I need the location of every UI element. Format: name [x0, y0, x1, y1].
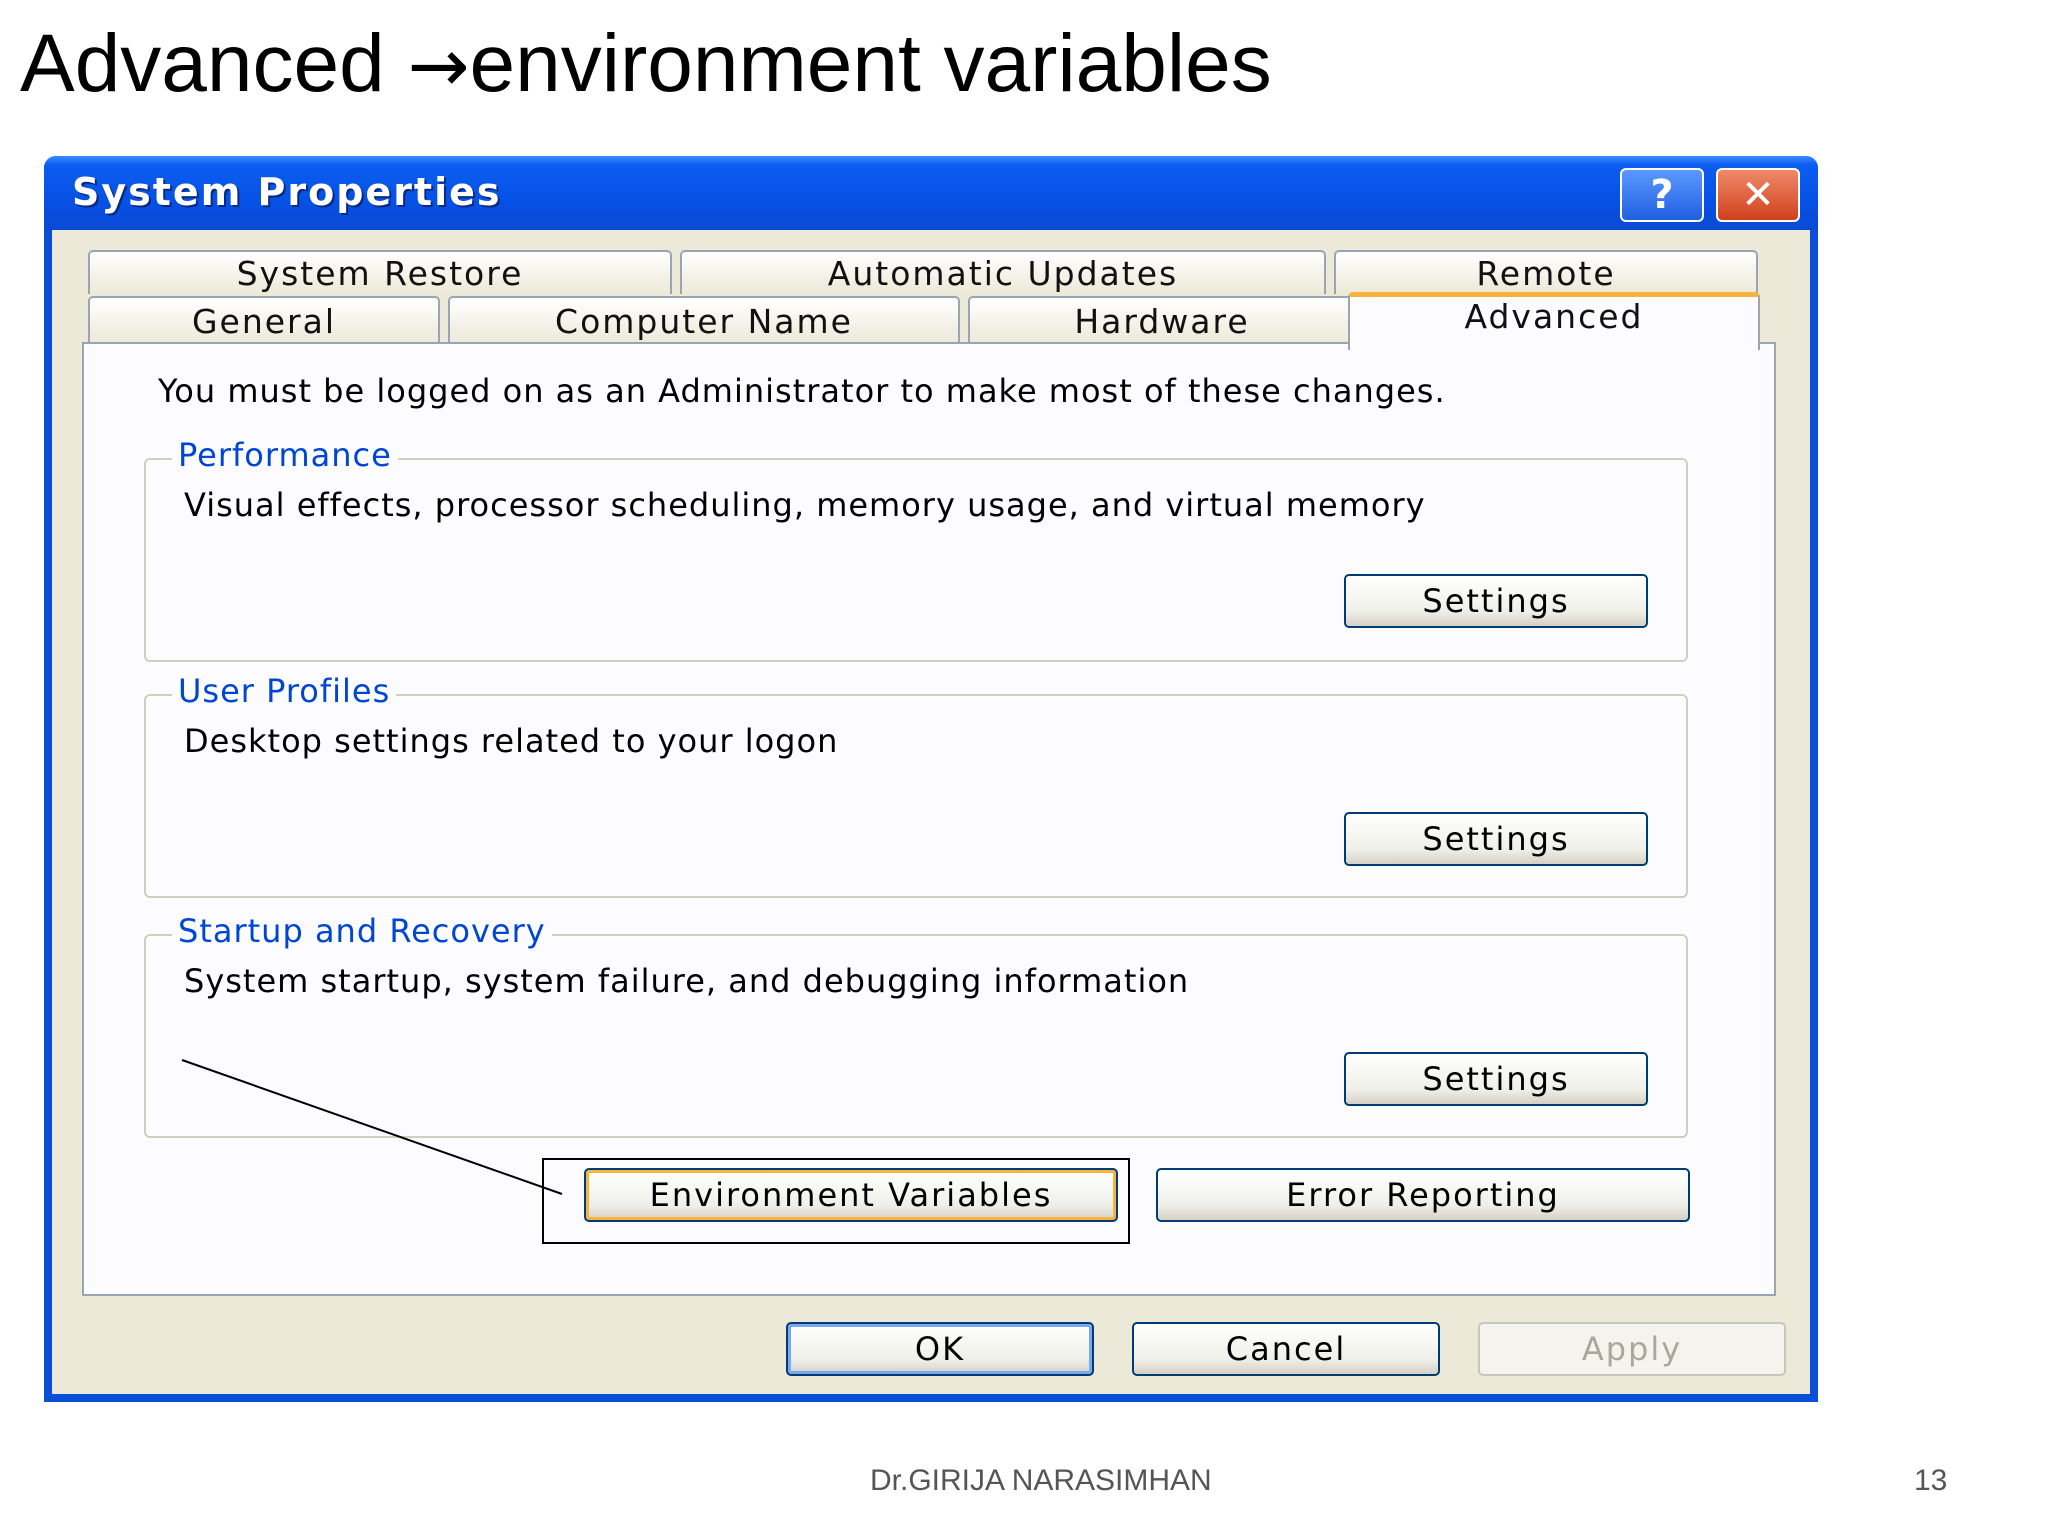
- performance-settings-button[interactable]: Settings: [1344, 574, 1648, 628]
- system-properties-window: System Properties ? ✕ System Restore Aut…: [44, 156, 1818, 1402]
- startup-recovery-description: System startup, system failure, and debu…: [184, 962, 1190, 1000]
- help-button[interactable]: ?: [1620, 168, 1704, 222]
- tab-computer-name[interactable]: Computer Name: [448, 296, 960, 344]
- button-label: Error Reporting: [1286, 1176, 1560, 1214]
- tab-label: General: [191, 301, 337, 341]
- user-profiles-group: User Profiles Desktop settings related t…: [144, 672, 1688, 898]
- performance-group: Performance Visual effects, processor sc…: [144, 436, 1688, 662]
- ok-button[interactable]: OK: [786, 1322, 1094, 1376]
- tab-label: Remote: [1476, 253, 1616, 293]
- user-profiles-description: Desktop settings related to your logon: [184, 722, 839, 760]
- tab-label: System Restore: [236, 253, 524, 293]
- slide-title-right: environment variables: [469, 18, 1272, 109]
- slide-title: Advanced →environment variables: [20, 14, 1272, 116]
- window-title: System Properties: [72, 170, 502, 214]
- tab-general[interactable]: General: [88, 296, 440, 344]
- title-bar[interactable]: System Properties ? ✕: [44, 156, 1818, 230]
- arrow-right-icon: →: [407, 23, 470, 109]
- button-label: Settings: [1422, 582, 1570, 620]
- tab-advanced[interactable]: Advanced: [1348, 292, 1760, 350]
- tab-system-restore[interactable]: System Restore: [88, 250, 672, 294]
- advanced-tab-panel: You must be logged on as an Administrato…: [82, 342, 1776, 1296]
- slide-title-left: Advanced: [20, 18, 408, 109]
- question-mark-icon: ?: [1650, 172, 1674, 218]
- footer-author: Dr.GIRIJA NARASIMHAN: [870, 1464, 1212, 1497]
- tab-label: Hardware: [1074, 301, 1250, 341]
- startup-recovery-group: Startup and Recovery System startup, sys…: [144, 912, 1688, 1138]
- close-button[interactable]: ✕: [1716, 168, 1800, 222]
- startup-recovery-group-label: Startup and Recovery: [172, 912, 552, 950]
- tab-automatic-updates[interactable]: Automatic Updates: [680, 250, 1326, 294]
- close-icon: ✕: [1741, 172, 1775, 218]
- button-label: Environment Variables: [649, 1176, 1053, 1214]
- page-number: 13: [1914, 1464, 1948, 1497]
- button-label: Apply: [1581, 1330, 1683, 1368]
- tab-remote[interactable]: Remote: [1334, 250, 1758, 294]
- tab-label: Computer Name: [555, 301, 853, 341]
- button-label: Settings: [1422, 820, 1570, 858]
- environment-variables-button[interactable]: Environment Variables: [584, 1168, 1118, 1222]
- tab-label: Advanced: [1464, 297, 1644, 336]
- tab-hardware[interactable]: Hardware: [968, 296, 1356, 344]
- error-reporting-button[interactable]: Error Reporting: [1156, 1168, 1690, 1222]
- button-label: Cancel: [1225, 1330, 1347, 1368]
- startup-recovery-settings-button[interactable]: Settings: [1344, 1052, 1648, 1106]
- apply-button[interactable]: Apply: [1478, 1322, 1786, 1376]
- dialog-client-area: System Restore Automatic Updates Remote …: [52, 230, 1810, 1394]
- performance-description: Visual effects, processor scheduling, me…: [184, 486, 1426, 524]
- admin-note: You must be logged on as an Administrato…: [158, 372, 1446, 410]
- button-label: Settings: [1422, 1060, 1570, 1098]
- user-profiles-group-label: User Profiles: [172, 672, 397, 710]
- performance-group-label: Performance: [172, 436, 398, 474]
- cancel-button[interactable]: Cancel: [1132, 1322, 1440, 1376]
- tab-label: Automatic Updates: [827, 253, 1179, 293]
- user-profiles-settings-button[interactable]: Settings: [1344, 812, 1648, 866]
- button-label: OK: [914, 1330, 966, 1368]
